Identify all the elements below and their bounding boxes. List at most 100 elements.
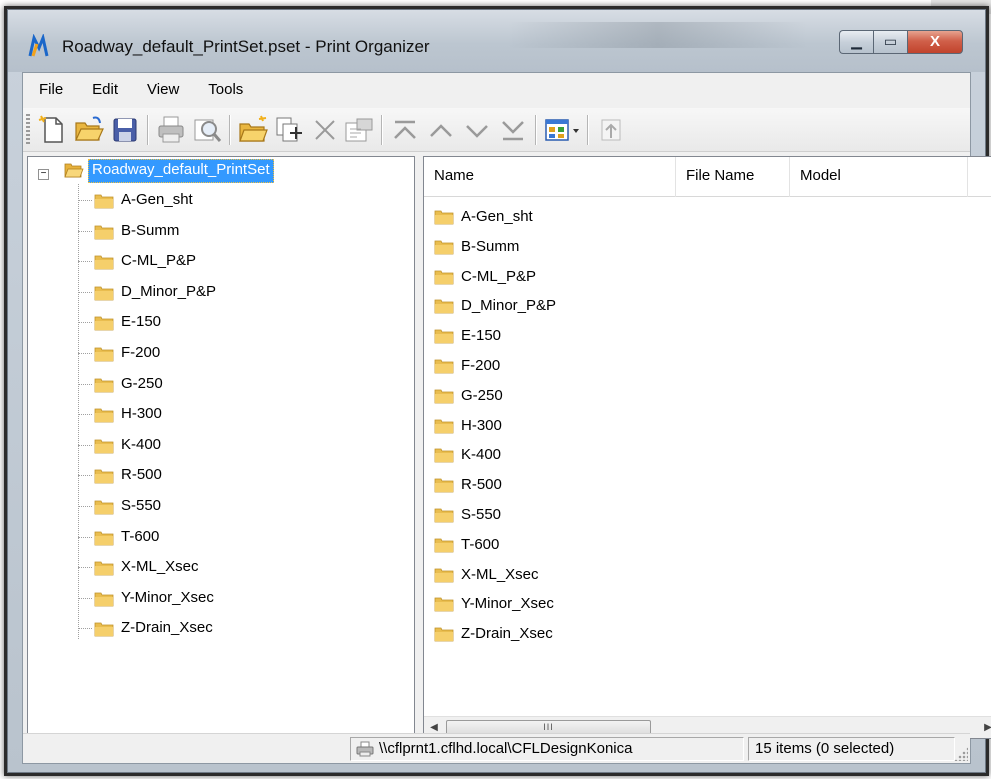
tree-root-node[interactable]: Roadway_default_PrintSet: [88, 159, 274, 183]
minimize-button[interactable]: ▁: [839, 30, 873, 54]
tree-node[interactable]: Z-Drain_Xsec: [78, 615, 398, 645]
open-folder-icon[interactable]: [73, 114, 105, 146]
toolbar-separator: [229, 115, 230, 145]
tree-connector-line: [78, 444, 92, 446]
move-to-top-icon[interactable]: [389, 114, 421, 146]
tree-node[interactable]: E-150: [78, 309, 398, 339]
list-item-label: K-400: [461, 446, 502, 464]
tree-connector-line: [78, 597, 92, 599]
delete-icon[interactable]: [309, 114, 341, 146]
move-down-icon[interactable]: [461, 114, 493, 146]
new-document-icon[interactable]: [37, 114, 69, 146]
tree-node-label: T-600: [121, 527, 160, 545]
properties-icon[interactable]: [343, 114, 375, 146]
tree-connector-line: [78, 322, 92, 324]
menu-tools[interactable]: Tools: [208, 79, 243, 100]
tree-connector-line: [78, 536, 92, 538]
folder-icon: [94, 286, 114, 301]
folder-icon: [94, 561, 114, 576]
toolbar-separator: [535, 115, 536, 145]
folder-icon: [434, 448, 454, 463]
list-item-label: T-600: [461, 535, 500, 553]
list-item-label: C-ML_P&P: [461, 267, 537, 285]
move-to-bottom-icon[interactable]: [497, 114, 529, 146]
toolbar: [23, 108, 970, 152]
tree-connector-line: [78, 628, 92, 630]
folder-icon: [94, 469, 114, 484]
maximize-button[interactable]: ▭: [873, 30, 907, 54]
list-header: Name File Name Model: [424, 157, 991, 197]
tree-node[interactable]: R-500: [78, 462, 398, 492]
column-header-model[interactable]: Model: [790, 157, 968, 197]
folder-icon: [94, 408, 114, 423]
tree-node[interactable]: A-Gen_sht: [78, 187, 398, 217]
tree-connector-line: [78, 383, 92, 385]
window-title: Roadway_default_PrintSet.pset - Print Or…: [62, 37, 430, 56]
tree-node-label: B-Summ: [121, 221, 180, 239]
tree-node-label: Z-Drain_Xsec: [121, 619, 213, 637]
tree-node[interactable]: F-200: [78, 340, 398, 370]
print-preview-icon[interactable]: [191, 114, 223, 146]
toolbar-separator: [587, 115, 588, 145]
tree-node[interactable]: H-300: [78, 401, 398, 431]
folder-icon: [434, 538, 454, 553]
move-up-icon[interactable]: [425, 114, 457, 146]
up-level-icon[interactable]: [595, 114, 627, 146]
menu-view[interactable]: View: [147, 79, 179, 100]
add-files-icon[interactable]: [273, 114, 305, 146]
close-button[interactable]: X: [907, 30, 963, 54]
folder-icon: [94, 500, 114, 515]
toolbar-grip[interactable]: [26, 114, 30, 146]
resize-grip[interactable]: [954, 747, 968, 761]
menu-edit[interactable]: Edit: [92, 79, 118, 100]
menu-bar: File Edit View Tools: [23, 73, 970, 105]
minimize-icon: ▁: [851, 33, 862, 49]
tree-node[interactable]: C-ML_P&P: [78, 248, 398, 278]
status-item-count: 15 items (0 selected): [748, 737, 955, 761]
list-item-label: X-ML_Xsec: [461, 565, 539, 583]
folder-icon: [94, 531, 114, 545]
contents-list-pane[interactable]: Name File Name Model A-Gen_sht B-Summ C-ML…: [423, 156, 991, 739]
tree-node[interactable]: Y-Minor_Xsec: [78, 585, 398, 615]
tree-connector-line: [78, 506, 92, 507]
tree-node[interactable]: B-Summ: [78, 218, 398, 248]
tree-node[interactable]: K-400: [78, 432, 398, 462]
tree-node-label: S-550: [121, 497, 162, 514]
tree-connector-line: [78, 414, 92, 416]
folder-icon: [434, 270, 454, 284]
save-icon[interactable]: [109, 114, 141, 146]
folder-icon: [434, 597, 454, 612]
tree-node-label: X-ML_Xsec: [121, 558, 199, 576]
tree-node-label: F-200: [121, 344, 161, 361]
tree-node-label: D_Minor_P&P: [121, 282, 217, 300]
list-item-label: B-Summ: [461, 237, 520, 255]
list-item-label: G-250: [461, 386, 503, 404]
folder-icon: [434, 240, 454, 255]
tree-node[interactable]: G-250: [78, 371, 398, 401]
folder-icon: [434, 478, 454, 493]
folder-icon: [434, 389, 454, 404]
tree-collapse-toggle[interactable]: −: [38, 169, 49, 180]
column-header-file-name[interactable]: File Name: [676, 157, 790, 197]
tree-node[interactable]: T-600: [78, 524, 398, 554]
folder-tree-pane[interactable]: − Roadway_default_PrintSet A-Gen_sht B-Su…: [27, 156, 415, 739]
scroll-right-icon[interactable]: ▶: [978, 717, 991, 739]
new-folder-icon[interactable]: [237, 114, 269, 146]
tree-node[interactable]: D_Minor_P&P: [78, 279, 398, 309]
list-item-label: Y-Minor_Xsec: [461, 595, 554, 613]
folder-icon: [434, 508, 454, 523]
column-header-name[interactable]: Name: [424, 157, 676, 197]
microstation-app-icon[interactable]: [28, 34, 52, 58]
print-organizer-window: Roadway_default_PrintSet.pset - Print Or…: [4, 6, 991, 776]
print-icon[interactable]: [155, 114, 187, 146]
folder-icon: [94, 316, 114, 331]
list-item-label: F-200: [461, 357, 501, 374]
tree-node[interactable]: S-550: [78, 493, 398, 523]
folder-icon: [94, 378, 114, 392]
view-options-icon[interactable]: [543, 114, 583, 146]
menu-file[interactable]: File: [39, 79, 63, 100]
list-item-label: R-500: [461, 476, 502, 494]
tree-node[interactable]: X-ML_Xsec: [78, 554, 398, 584]
list-item-label: D_Minor_P&P: [461, 297, 557, 315]
title-bar[interactable]: Roadway_default_PrintSet.pset - Print Or…: [8, 10, 985, 72]
